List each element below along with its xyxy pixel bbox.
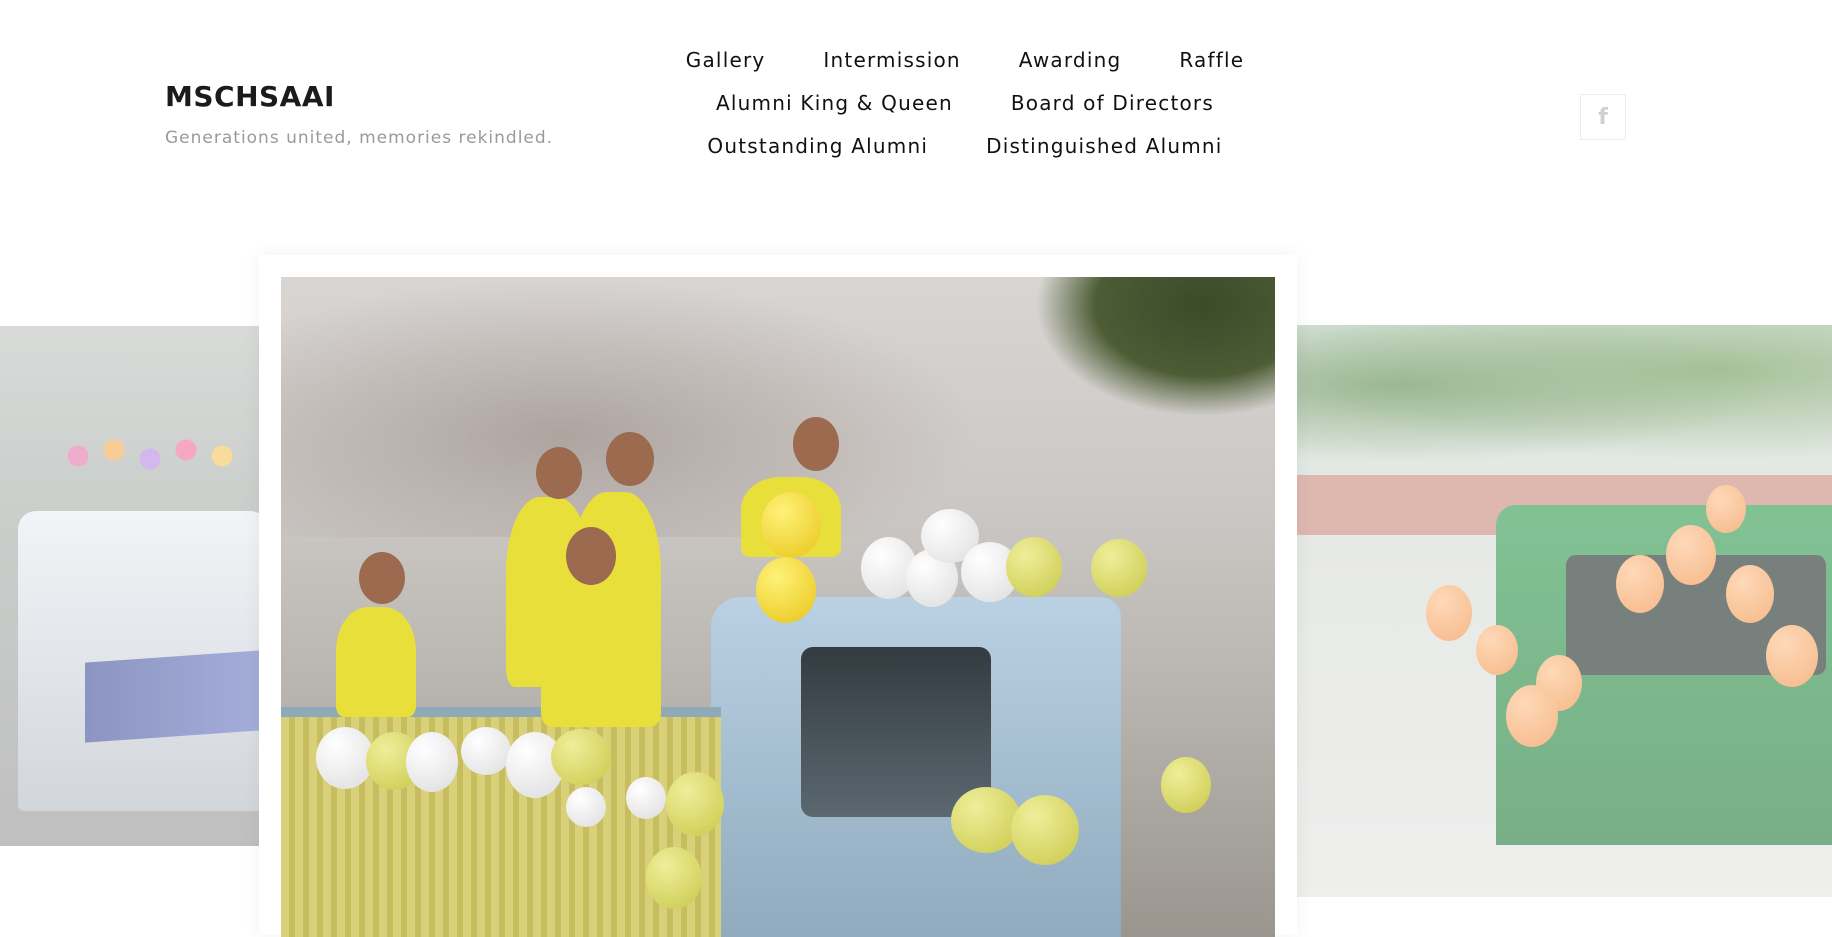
banner-image-part <box>85 649 259 743</box>
person-head-image-part <box>606 432 654 486</box>
tree-image-part <box>1035 277 1275 417</box>
balloon <box>1426 585 1472 641</box>
trees-image-part <box>1206 325 1832 475</box>
balloon <box>566 787 606 827</box>
balloon <box>1506 685 1558 747</box>
balloon <box>461 727 511 775</box>
balloon <box>756 557 816 623</box>
balloon <box>1011 795 1079 865</box>
balloon <box>1091 539 1147 597</box>
balloon <box>1476 625 1518 675</box>
slide-current[interactable] <box>259 255 1297 937</box>
person-head-image-part <box>536 447 582 499</box>
person-head-image-part <box>359 552 405 604</box>
balloon <box>646 847 702 909</box>
truck-window-image-part <box>801 647 991 817</box>
balloon <box>551 729 611 785</box>
slide-current-photo <box>281 277 1275 937</box>
balloon <box>1161 757 1211 813</box>
balloon <box>666 772 724 836</box>
balloon <box>1726 565 1774 623</box>
balloon <box>951 787 1021 853</box>
person-head-image-part <box>793 417 839 471</box>
balloons-image-part <box>30 426 259 486</box>
balloon <box>1616 555 1664 613</box>
balloon <box>1766 625 1818 687</box>
slide-previous[interactable] <box>0 326 259 846</box>
slide-next-photo <box>1206 325 1832 897</box>
person-image-part <box>541 597 661 727</box>
balloon <box>1706 485 1746 533</box>
balloon <box>761 492 821 558</box>
balloon <box>1666 525 1716 585</box>
balloon <box>626 777 666 819</box>
image-slider[interactable] <box>0 0 1832 937</box>
balloon <box>406 732 458 792</box>
person-image-part <box>336 607 416 717</box>
person-head-image-part <box>566 527 616 585</box>
balloon <box>1006 537 1062 597</box>
